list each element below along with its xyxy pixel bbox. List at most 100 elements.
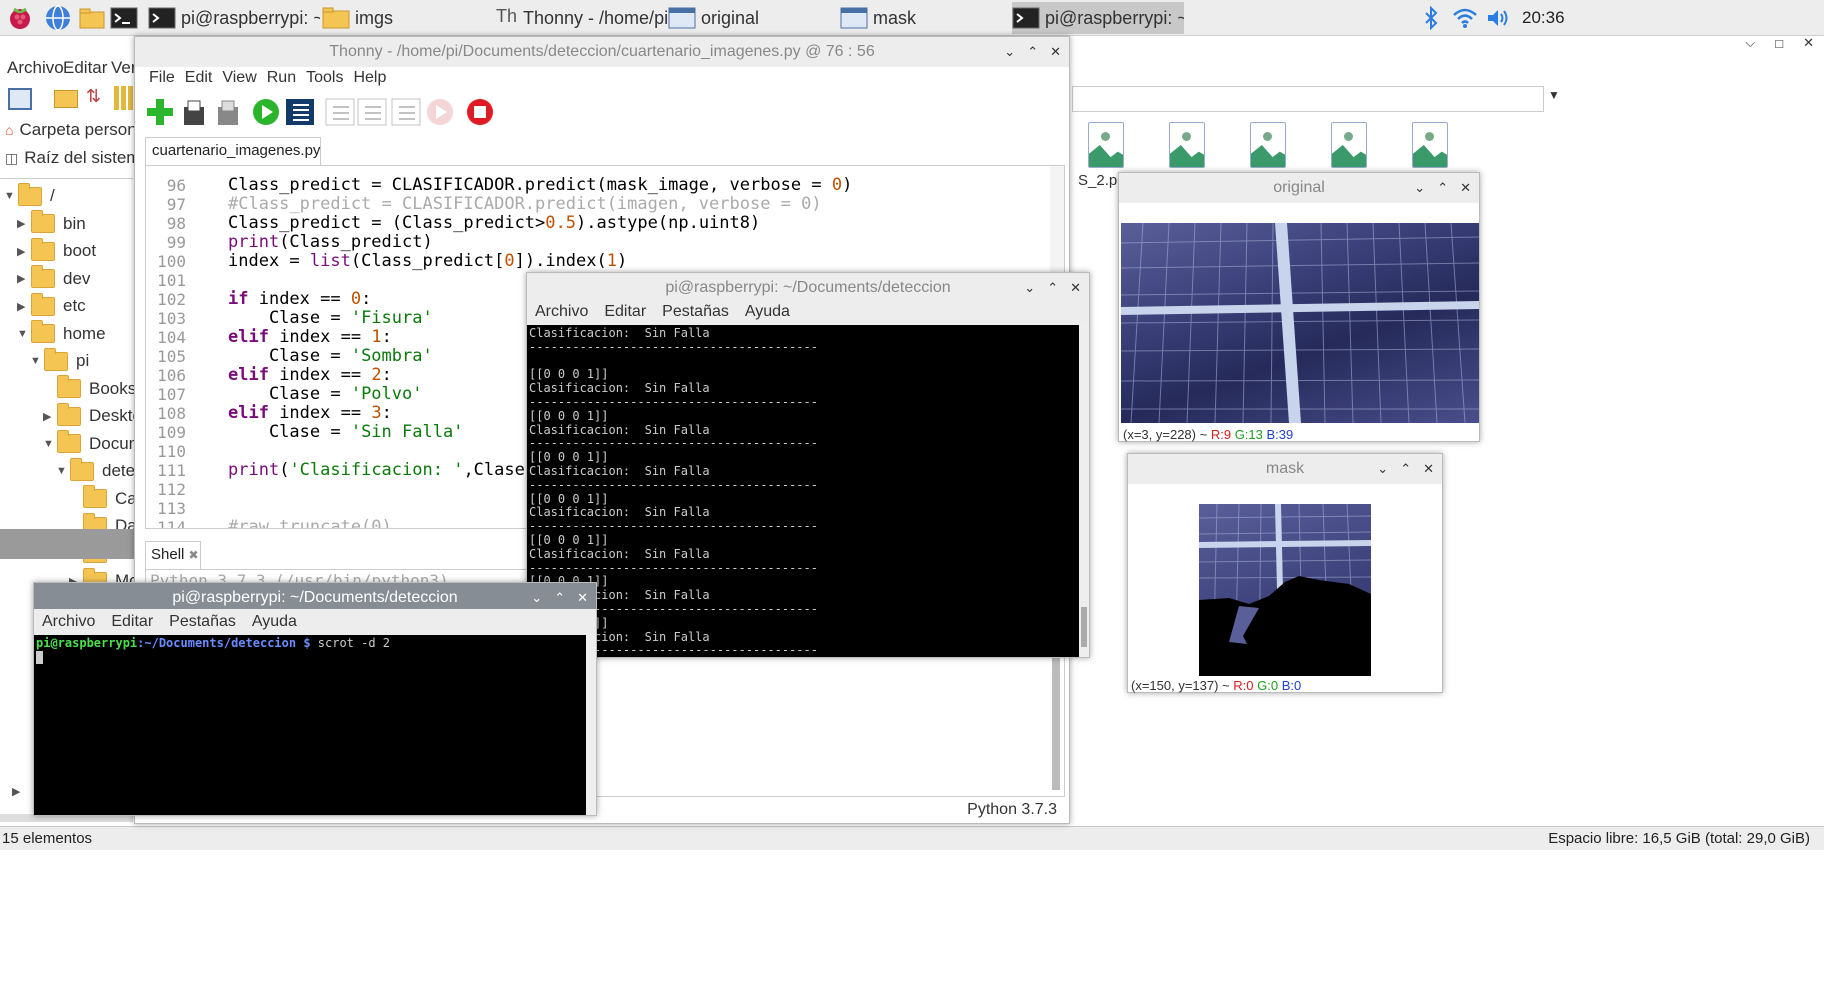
maximize-icon[interactable]: ⌃	[1400, 454, 1411, 484]
taskbar: pi@raspberrypi: ~/Do... imgs Th Thonny -…	[0, 0, 1824, 36]
menu-file[interactable]: File	[149, 69, 175, 87]
step-out-icon[interactable]	[391, 97, 421, 127]
step-over-icon[interactable]	[325, 97, 355, 127]
menu-archivo[interactable]: Archivo	[42, 613, 95, 631]
stop-icon[interactable]	[465, 97, 495, 127]
clock[interactable]: 20:36	[1522, 0, 1565, 36]
maximize-icon[interactable]: ⌃	[1437, 173, 1448, 203]
menu-tools[interactable]: Tools	[306, 69, 343, 87]
close-icon[interactable]: ✕	[1050, 37, 1061, 67]
menu-view[interactable]: View	[222, 69, 256, 87]
tab-editor[interactable]: cuartenario_imagenes.py ✖	[145, 137, 321, 184]
menu-archivo[interactable]: Archivo	[7, 58, 64, 78]
path-dropdown-icon[interactable]: ▼	[1548, 88, 1560, 102]
menu-editar[interactable]: Editar	[111, 613, 153, 631]
menu-pestanas[interactable]: Pestañas	[169, 613, 236, 631]
debug-icon[interactable]	[285, 97, 315, 127]
wifi-icon[interactable]	[1452, 0, 1478, 36]
terminal-output[interactable]: Clasificacion: Sin Falla ---------------…	[527, 325, 1079, 657]
terminal-scrollbar[interactable]	[1079, 325, 1089, 657]
menu-editar[interactable]: Editar	[63, 58, 107, 78]
web-browser-icon[interactable]	[44, 4, 72, 32]
close-icon[interactable]: ✕	[1803, 35, 1814, 51]
title-bar[interactable]: Thonny - /home/pi/Documents/deteccion/cu…	[135, 37, 1069, 67]
menu-archivo[interactable]: Archivo	[535, 303, 588, 321]
title-bar[interactable]: mask ⌄ ⌃ ✕	[1128, 454, 1442, 484]
folder-icon	[57, 375, 81, 398]
menu-ayuda[interactable]: Ayuda	[252, 613, 297, 631]
menu-bar: File Edit View Run Tools Help	[135, 65, 1069, 91]
prompt-path: :~/Documents/deteccion $	[137, 636, 311, 650]
image-file-icon[interactable]	[1088, 122, 1124, 168]
collapse-icon[interactable]: ▼	[17, 328, 31, 340]
task-original[interactable]: original	[668, 2, 840, 34]
volume-icon[interactable]	[1486, 0, 1512, 36]
menu-ayuda[interactable]: Ayuda	[745, 303, 790, 321]
tree-label: deteccio	[102, 461, 135, 480]
collapse-icon[interactable]: ▼	[56, 465, 70, 477]
menu-help[interactable]: Help	[353, 69, 386, 87]
terminal-launcher-icon[interactable]	[110, 4, 138, 32]
icon-view-icon[interactable]	[114, 86, 136, 110]
image-file-icon[interactable]	[1169, 122, 1205, 168]
step-into-icon[interactable]	[357, 97, 387, 127]
expand-icon[interactable]: ▶	[17, 300, 31, 313]
collapse-icon[interactable]: ▼	[30, 355, 44, 367]
sort-icon[interactable]: ⇅	[86, 86, 110, 110]
terminal-icon	[148, 6, 176, 30]
maximize-icon[interactable]: ⌃	[1027, 37, 1038, 67]
thonny-icon: Th	[496, 6, 518, 26]
expand-icon[interactable]: ▶	[17, 272, 31, 285]
minimize-icon[interactable]: ⌄	[1377, 454, 1388, 484]
task-label: imgs	[355, 7, 394, 28]
close-tab-icon[interactable]: ✖	[189, 548, 199, 562]
bluetooth-icon[interactable]	[1422, 0, 1440, 36]
task-thonny[interactable]: Th Thonny - /home/pi/...	[496, 2, 668, 34]
tree-label: etc	[63, 296, 86, 315]
expand-icon[interactable]: ▶	[17, 245, 31, 258]
new-folder-icon[interactable]	[54, 90, 78, 108]
image-file-icon[interactable]	[1412, 122, 1448, 168]
title-bar[interactable]: original ⌄ ⌃ ✕	[1119, 173, 1479, 203]
task-imgs[interactable]: imgs	[322, 2, 494, 34]
minimize-icon[interactable]: ⌄	[1004, 37, 1015, 67]
minimize-icon[interactable]: ⌵	[1745, 35, 1755, 51]
file-manager-icon[interactable]	[78, 4, 106, 32]
expand-icon[interactable]: ▶	[43, 410, 57, 423]
shell-scrollbar[interactable]	[1052, 650, 1060, 790]
place-root[interactable]: ◫ Raíz del sistema	[5, 142, 150, 174]
menu-ver[interactable]: Ver	[111, 58, 137, 78]
close-icon[interactable]: ✕	[1423, 454, 1434, 484]
task-mask[interactable]: mask	[840, 2, 1012, 34]
close-icon[interactable]: ✕	[1460, 173, 1471, 203]
new-window-icon[interactable]	[8, 88, 32, 110]
open-file-icon[interactable]	[179, 97, 209, 127]
image-file-icon[interactable]	[1331, 122, 1367, 168]
maximize-icon[interactable]: □	[1775, 36, 1783, 51]
window-title: Thonny - /home/pi/Documents/deteccion/cu…	[329, 43, 875, 60]
menu-pestanas[interactable]: Pestañas	[662, 303, 729, 321]
resume-icon[interactable]	[425, 97, 455, 127]
terminal-scrollbar[interactable]	[586, 635, 596, 815]
save-file-icon[interactable]	[213, 97, 243, 127]
tab-shell[interactable]: Shell ✖	[145, 541, 201, 569]
terminal-window-output: pi@raspberrypi: ~/Documents/deteccion ⌄ ⌃…	[526, 272, 1090, 658]
raspberry-menu-icon[interactable]	[6, 4, 34, 32]
terminal-console[interactable]: pi@raspberrypi:~/Documents/deteccion $ s…	[34, 635, 586, 815]
task-terminal-2[interactable]: pi@raspberrypi: ~/Do...	[1012, 2, 1184, 34]
new-file-icon[interactable]	[145, 97, 175, 127]
menu-editar[interactable]: Editar	[604, 303, 646, 321]
folder-icon	[57, 402, 81, 426]
expand-icon[interactable]: ▶	[17, 217, 31, 230]
task-terminal-1[interactable]: pi@raspberrypi: ~/Do...	[148, 2, 320, 34]
run-icon[interactable]	[251, 97, 281, 127]
minimize-icon[interactable]: ⌄	[1414, 173, 1425, 203]
expand-icon[interactable]: ▶	[12, 785, 20, 798]
menu-edit[interactable]: Edit	[185, 69, 213, 87]
menu-run[interactable]: Run	[267, 69, 296, 87]
path-input[interactable]	[1072, 86, 1544, 112]
image-file-icon[interactable]	[1250, 122, 1286, 168]
collapse-icon[interactable]: ▼	[43, 438, 57, 450]
python-version[interactable]: Python 3.7.3	[967, 801, 1057, 819]
collapse-icon[interactable]: ▼	[4, 190, 18, 202]
